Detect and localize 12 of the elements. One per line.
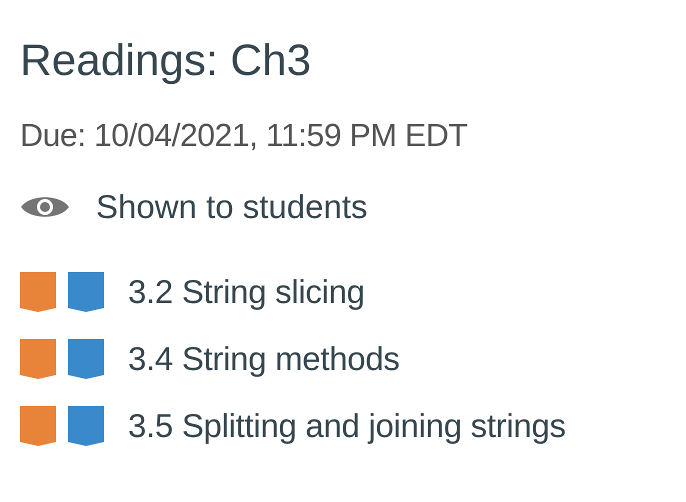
bookmark-icon xyxy=(68,406,104,446)
section-link[interactable]: 3.4 String methods xyxy=(128,340,400,378)
bookmark-icon xyxy=(68,339,104,379)
assignment-title: Readings: Ch3 xyxy=(20,35,312,87)
bookmark-icon xyxy=(20,406,56,446)
bookmark-icon xyxy=(20,339,56,379)
bookmark-icon xyxy=(20,272,56,312)
section-link[interactable]: 3.2 String slicing xyxy=(128,273,365,311)
due-date: Due: 10/04/2021, 11:59 PM EDT xyxy=(20,116,468,154)
visibility-label: Shown to students xyxy=(96,188,368,226)
bookmark-icon xyxy=(68,272,104,312)
section-link[interactable]: 3.5 Splitting and joining strings xyxy=(128,407,566,445)
